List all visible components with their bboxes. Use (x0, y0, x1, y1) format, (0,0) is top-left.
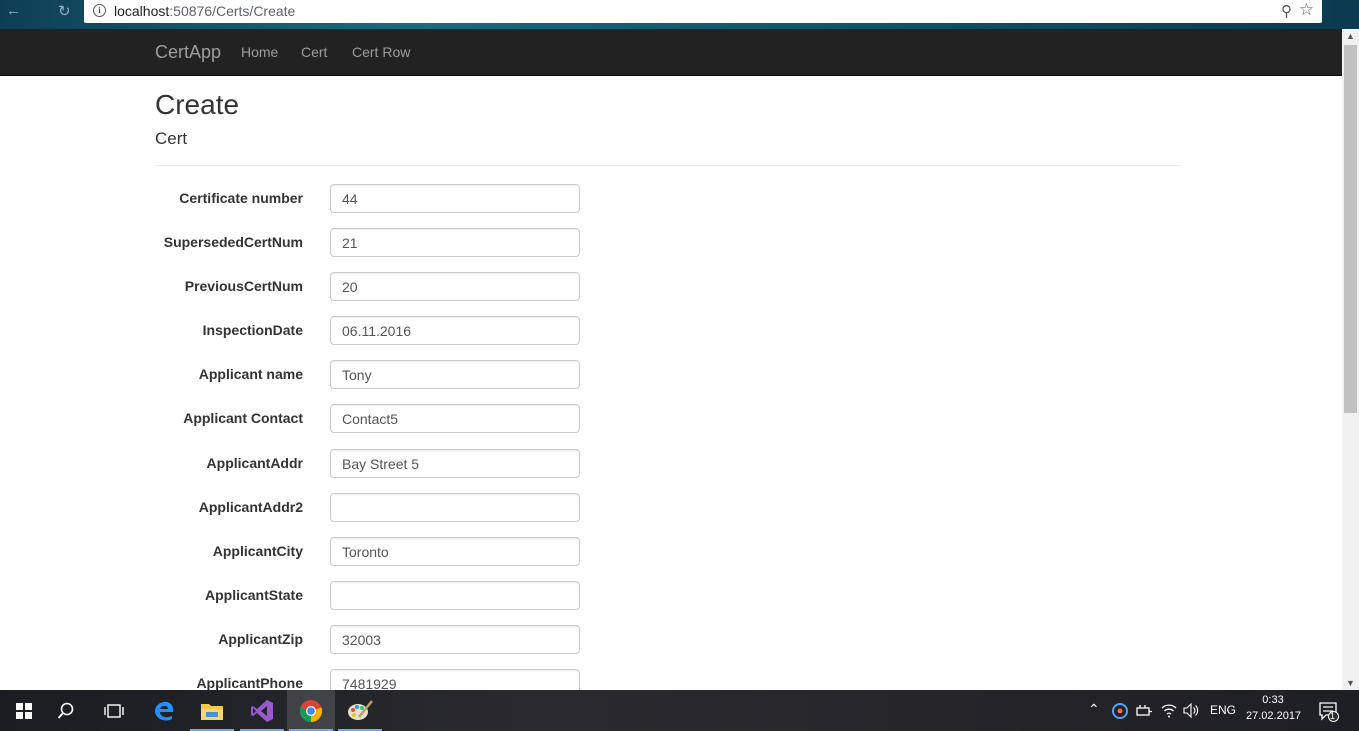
field-label: Applicant Contact (183, 410, 303, 426)
back-icon[interactable]: ← (6, 2, 21, 19)
windows-logo-icon (16, 702, 32, 719)
scroll-up-icon[interactable]: ▲ (1346, 31, 1355, 41)
field-label: ApplicantState (204, 587, 303, 603)
clock-time: 0:33 (1262, 694, 1284, 706)
taskbar-chrome[interactable] (287, 690, 335, 731)
field-label: ApplicantAddr (206, 455, 303, 471)
form-row-applicant-addr: ApplicantAddr Bay Street 5 (0, 449, 700, 481)
zoom-icon[interactable]: ⚲ (1281, 2, 1292, 20)
field-label: InspectionDate (202, 322, 303, 338)
edge-icon (155, 701, 174, 721)
nav-link-cert[interactable]: Cert (301, 44, 327, 60)
applicant-contact-input[interactable]: Contact5 (330, 404, 580, 433)
certificate-number-input[interactable]: 44 (330, 184, 580, 213)
bookmark-star-icon[interactable]: ☆ (1299, 0, 1314, 20)
brand-link[interactable]: CertApp (155, 42, 221, 63)
taskbar-file-explorer[interactable] (188, 690, 236, 731)
url-host: localhost (114, 3, 170, 19)
applicant-state-input[interactable] (330, 581, 580, 610)
taskbar-edge[interactable] (140, 690, 188, 731)
field-label: SupersededCertNum (163, 234, 303, 250)
form-row-applicant-zip: ApplicantZip 32003 (0, 625, 700, 657)
paint-palette-icon (348, 699, 373, 720)
folder-icon (201, 703, 223, 720)
volume-icon[interactable] (1183, 703, 1199, 718)
url-text[interactable]: localhost:50876/Certs/Create (114, 3, 295, 19)
page-subtitle: Cert (155, 129, 188, 148)
field-label: ApplicantCity (212, 543, 303, 559)
chrome-icon (299, 699, 323, 722)
field-label: PreviousCertNum (184, 278, 303, 294)
reload-icon[interactable]: ↻ (58, 2, 71, 20)
applicant-addr-input[interactable]: Bay Street 5 (330, 449, 580, 478)
nav-link-home[interactable]: Home (241, 44, 278, 60)
applicant-addr2-input[interactable] (330, 493, 580, 522)
divider (155, 165, 1181, 166)
taskbar-visual-studio[interactable] (238, 690, 286, 731)
applicant-name-input[interactable]: Tony (330, 360, 580, 389)
superseded-cert-num-input[interactable]: 21 (330, 228, 580, 257)
applicant-city-input[interactable]: Toronto (330, 537, 580, 566)
browser-chrome: ← ↻ i localhost:50876/Certs/Create ⚲ ☆ (0, 0, 1359, 29)
address-bar[interactable]: i localhost:50876/Certs/Create ⚲ ☆ (84, 0, 1322, 23)
info-icon[interactable]: i (93, 4, 106, 17)
form-row-applicant-phone: ApplicantPhone 7481929 (0, 669, 700, 690)
vertical-scrollbar[interactable]: ▲ ▼ (1342, 29, 1359, 690)
field-label: ApplicantZip (218, 631, 303, 647)
notification-count-badge: 1 (1330, 711, 1336, 721)
action-center-icon[interactable] (1318, 701, 1340, 723)
scrollbar-thumb[interactable] (1344, 45, 1357, 413)
page-title: Create (155, 89, 240, 120)
form-row-superseded-cert-num: SupersededCertNum 21 (0, 228, 700, 260)
nav-link-cert-row[interactable]: Cert Row (352, 44, 410, 60)
field-label: Applicant name (198, 366, 303, 382)
page-content: CertApp Home Cert Cert Row Create Cert C… (0, 29, 1342, 690)
tray-app-icon[interactable] (1112, 703, 1128, 719)
form-row-applicant-addr2: ApplicantAddr2 (0, 493, 700, 525)
url-path: :50876/Certs/Create (169, 3, 296, 19)
search-icon (57, 702, 74, 719)
scroll-down-icon[interactable]: ▼ (1346, 678, 1355, 688)
form-row-certificate-number: Certificate number 44 (0, 184, 700, 216)
system-clock[interactable]: 0:33 27.02.2017 (1246, 694, 1302, 722)
applicant-zip-input[interactable]: 32003 (330, 625, 580, 654)
start-button[interactable] (0, 690, 48, 731)
form-row-applicant-city: ApplicantCity Toronto (0, 537, 700, 569)
power-plug-icon[interactable] (1135, 704, 1153, 718)
field-label: ApplicantPhone (196, 675, 303, 690)
field-label: Certificate number (179, 190, 303, 206)
form-row-applicant-state: ApplicantState (0, 581, 700, 613)
visual-studio-icon (251, 699, 273, 722)
form-row-applicant-contact: Applicant Contact Contact5 (0, 404, 700, 436)
applicant-phone-input[interactable]: 7481929 (330, 669, 580, 690)
inspection-date-input[interactable]: 06.11.2016 (330, 316, 580, 345)
top-navbar: CertApp Home Cert Cert Row (0, 29, 1342, 76)
show-hidden-icons-icon[interactable]: ⌃ (1088, 701, 1100, 718)
task-view-icon (104, 703, 124, 718)
search-button[interactable] (42, 690, 90, 731)
form-row-previous-cert-num: PreviousCertNum 20 (0, 272, 700, 304)
language-indicator[interactable]: ENG (1210, 703, 1236, 717)
form-row-inspection-date: InspectionDate 06.11.2016 (0, 316, 700, 348)
form-row-applicant-name: Applicant name Tony (0, 360, 700, 392)
task-view-button[interactable] (90, 690, 138, 731)
previous-cert-num-input[interactable]: 20 (330, 272, 580, 301)
taskbar-paint[interactable] (336, 690, 384, 731)
wifi-icon[interactable] (1161, 703, 1177, 718)
windows-taskbar: ⌃ ENG 0:33 27.02.2017 1 (0, 690, 1359, 731)
clock-date: 27.02.2017 (1246, 710, 1302, 722)
field-label: ApplicantAddr2 (198, 499, 303, 515)
